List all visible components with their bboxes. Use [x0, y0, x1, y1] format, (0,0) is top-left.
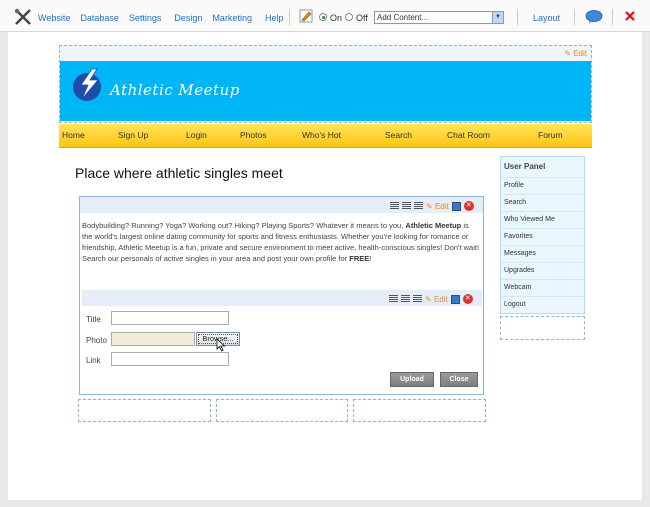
align-left-icon[interactable]: [389, 295, 398, 303]
tools-icon[interactable]: [14, 8, 32, 26]
nav-whos-hot[interactable]: Who's Hot: [302, 130, 341, 140]
toolbar-divider: [289, 9, 290, 25]
intro-text-part: Bodybuilding? Running? Yoga? Working out…: [82, 221, 406, 230]
close-button[interactable]: Close: [440, 372, 478, 387]
link-label: Link: [86, 356, 101, 365]
panel-drop-zone[interactable]: [500, 316, 585, 340]
chat-bubble-icon[interactable]: [585, 10, 603, 24]
menu-help[interactable]: Help: [265, 13, 284, 23]
header-edit-link[interactable]: ✎ Edit: [564, 49, 587, 58]
title-label: Title: [86, 315, 101, 324]
delete-icon[interactable]: ✕: [462, 294, 473, 304]
user-panel-title: User Panel: [504, 162, 546, 171]
align-left-icon[interactable]: [390, 202, 399, 210]
intro-text-part: !: [369, 254, 372, 263]
lightning-logo-icon: [73, 68, 101, 101]
site-title: Athletic Meetup: [110, 81, 240, 99]
delete-icon[interactable]: ✕: [463, 201, 474, 211]
photo-file-input[interactable]: [111, 332, 195, 346]
toolbar-divider: [517, 9, 518, 25]
save-icon[interactable]: [451, 201, 461, 211]
menu-design[interactable]: Design: [174, 13, 202, 23]
align-right-icon[interactable]: [413, 295, 422, 303]
edit-on-radio[interactable]: [319, 13, 327, 21]
edit-off-label: Off: [356, 13, 368, 23]
nav-sign-up[interactable]: Sign Up: [118, 130, 148, 140]
layout-link[interactable]: Layout: [533, 13, 560, 23]
edit-mode-icon[interactable]: [299, 9, 313, 23]
menu-database[interactable]: Database: [80, 13, 119, 23]
main-menu: Website Database Settings Design Marketi…: [38, 13, 283, 23]
panel-item-favorites[interactable]: Favorites: [501, 228, 584, 245]
upload-button[interactable]: Upload: [390, 372, 434, 387]
user-panel: User Panel Profile Search Who Viewed Me …: [500, 156, 585, 314]
content-edit-label: Edit: [434, 201, 449, 211]
menu-settings[interactable]: Settings: [129, 13, 162, 23]
nav-forum[interactable]: Forum: [538, 130, 563, 140]
nav-chat-room[interactable]: Chat Room: [447, 130, 490, 140]
edit-on-label: On: [330, 13, 343, 23]
site-banner: Athletic Meetup: [60, 61, 591, 121]
mouse-pointer-icon: [216, 338, 226, 352]
header-edit-label: Edit: [573, 49, 587, 58]
toolbar-divider: [612, 9, 613, 25]
align-center-icon[interactable]: [402, 202, 411, 210]
form-controls: ✎ Edit ✕: [389, 294, 473, 304]
form-edit-link[interactable]: ✎ Edit: [425, 295, 448, 304]
nav-search[interactable]: Search: [385, 130, 412, 140]
panel-item-messages[interactable]: Messages: [501, 245, 584, 262]
drop-zone[interactable]: [78, 399, 211, 422]
panel-item-search[interactable]: Search: [501, 194, 584, 211]
edit-off-radio[interactable]: [345, 13, 353, 21]
content-edit-link[interactable]: ✎ Edit: [426, 202, 449, 211]
link-input[interactable]: [111, 352, 229, 366]
intro-brand: Athletic Meetup: [405, 221, 462, 230]
intro-free: FREE: [349, 254, 370, 263]
add-content-value: Add Content...: [377, 13, 429, 22]
panel-item-upgrades[interactable]: Upgrades: [501, 262, 584, 279]
nav-photos[interactable]: Photos: [240, 130, 266, 140]
panel-item-who-viewed-me[interactable]: Who Viewed Me: [501, 211, 584, 228]
drop-zone[interactable]: [353, 399, 486, 422]
align-center-icon[interactable]: [401, 295, 410, 303]
add-content-select[interactable]: Add Content... ▼: [374, 11, 504, 24]
panel-item-webcam[interactable]: Webcam: [501, 279, 584, 296]
intro-text: Bodybuilding? Running? Yoga? Working out…: [82, 220, 480, 264]
menu-marketing[interactable]: Marketing: [212, 13, 252, 23]
align-right-icon[interactable]: [414, 202, 423, 210]
site-nav: Home Sign Up Login Photos Who's Hot Sear…: [59, 124, 592, 148]
panel-item-logout[interactable]: Logout: [501, 296, 584, 313]
title-input[interactable]: [111, 311, 229, 325]
photo-upload-form: ✎ Edit ✕ Title Photo Browse... Link Uplo…: [82, 290, 482, 391]
panel-item-profile[interactable]: Profile: [501, 177, 584, 194]
menu-website[interactable]: Website: [38, 13, 70, 23]
photo-label: Photo: [86, 336, 107, 345]
close-icon[interactable]: [624, 10, 636, 22]
chevron-down-icon: ▼: [492, 12, 503, 23]
form-edit-label: Edit: [433, 294, 448, 304]
content-controls: ✎ Edit ✕: [390, 201, 474, 211]
page-title: Place where athletic singles meet: [75, 165, 283, 181]
drop-zone[interactable]: [216, 399, 348, 422]
top-toolbar: Website Database Settings Design Marketi…: [0, 0, 650, 32]
save-icon[interactable]: [450, 294, 460, 304]
toolbar-divider: [574, 9, 575, 25]
nav-login[interactable]: Login: [186, 130, 207, 140]
nav-home[interactable]: Home: [62, 130, 85, 140]
